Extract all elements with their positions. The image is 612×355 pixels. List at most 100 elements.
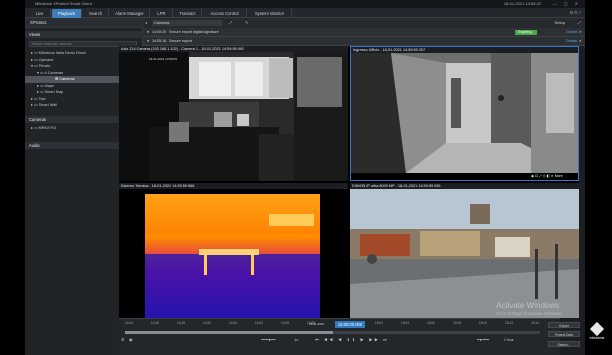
playback-controls: ⚙ ◉ ━━━●━━ 1x ⏮ ◀◀ ◀ ▮▮ ▶ ▶▶ ⏭ ━●━━━ 1 H… [119,336,560,344]
current-time: 15:00:00.000 [335,321,365,328]
setup-button[interactable]: Setup [555,18,565,28]
export-button[interactable]: Export [548,322,580,328]
notif-text: Secure export [169,39,192,43]
timeline-progress [125,331,333,334]
notif-time: 14:55:16 [152,39,167,43]
camera-feed-corridor [351,53,578,173]
tick-label: 15:04 [401,321,409,325]
info-icon: ● [147,30,150,34]
window-controls[interactable]: — ▢ ✕ [553,0,581,8]
tab-lpr[interactable]: LPR [151,9,173,18]
main-tabs: Live Playback Search Alarm Manager LPR T… [25,8,585,18]
notif-time: 14:55:20 [152,30,167,34]
fullscreen-icon[interactable]: ⤢ [578,18,581,28]
app-header: XProtect [25,18,142,28]
toolbar-icon-b[interactable]: ✎ [245,18,248,28]
toolbar-icon-a[interactable]: ⤢ [229,18,232,28]
close-icon[interactable]: ✕ [579,37,582,46]
cameras-header-label: Cameras [29,117,46,122]
tick-label: 15:10 [479,321,487,325]
details-link[interactable]: Details [566,37,577,46]
tab-access-control[interactable]: Access Control [203,9,247,18]
camera-title: Axis 214 Camera (192.168.1.102) - Camera… [119,46,348,52]
camera-tile-termica[interactable]: Esterno Termica - 18-01-2021 14:59:59.96… [119,183,348,318]
camera-time-overlay: 18-01-2021 14:59:59 [149,57,177,61]
collapse-icon[interactable]: ◂ [145,18,147,28]
playback-speed: 1x [294,337,299,342]
tick-label: 15:14 [531,321,539,325]
tree-label: Test [38,96,46,101]
tick-label: 14:54 [255,321,263,325]
tick-label: 14:46 [151,321,159,325]
camera-feed-thermal [119,189,348,318]
camera-title: Ingresso Ufficio - 18-01-2021 14:59:59.2… [351,47,578,53]
logo-mark-icon [589,321,605,337]
camera-title: DINION IP ultra 8000 MP - 18-01-2021 14:… [350,183,579,189]
camera-title: Esterno Termica - 18-01-2021 14:59:59.96… [119,183,348,189]
tree-label: Milestone Italia Demo Room [38,51,87,55]
view-toolbar: ◂ Cameras ⤢ ✎ Setup ⤢ [143,18,585,28]
info-icon: ● [147,39,150,43]
camera-tile-dinion[interactable]: DINION IP ultra 8000 MP - 18-01-2021 14:… [350,183,579,318]
tabs-right-icons[interactable]: ⚙ ⊡ ? [570,8,581,18]
record-icon[interactable]: ◉ [129,336,133,344]
tick-label: 14:50 [203,321,211,325]
tick-label: 15:08 [453,321,461,325]
cancel-link[interactable]: Cancel [566,28,577,37]
tree-label: Smart Map [44,90,64,94]
tick-label: 15:12 [505,321,513,325]
settings-icon[interactable]: ⚙ [121,336,125,344]
tree-label: Private [38,64,51,68]
tree-label: 4 Cameras [44,70,64,75]
tree-label: Maps [44,83,54,88]
time-span: 1 Hour [504,338,514,342]
tab-live[interactable]: Live [29,9,51,18]
tick-label: 14:48 [177,321,185,325]
timeline-track[interactable] [125,331,540,334]
search-button[interactable]: Search... [548,341,580,347]
camera-controls[interactable]: ◉ ⊡ ⤢ ⎙ ◧ ✕ More [531,174,563,178]
camera-controls-icons[interactable]: ◉ ⊡ ⤢ ⎙ ◧ ✕ [531,174,554,178]
span-slider[interactable]: ━●━━━ [477,336,489,344]
camera-tile-ingresso[interactable]: Ingresso Ufficio - 18-01-2021 14:59:59.2… [350,46,579,181]
title-bar: Milestone XProtect Smart Client 18-01-20… [25,0,585,8]
camera-tile-axis[interactable]: Axis 214 Camera (192.168.1.102) - Camera… [119,46,348,181]
camera-grid: Axis 214 Camera (192.168.1.102) - Camera… [119,46,579,318]
tick-label: 15:06 [427,321,435,325]
timeline-date: 18-01-2021 [309,322,325,326]
notification-export: ● 14:55:20 Secure export digital signatu… [143,28,585,37]
watermark-subtitle: Go to Settings to activate Windows. [496,311,563,316]
tick-label: 14:52 [229,321,237,325]
tick-label: 15:02 [375,321,383,325]
tree-label: MRKXY01 [38,126,57,130]
tick-label: 14:44 [125,321,133,325]
tab-alarm-manager[interactable]: Alarm Manager [110,9,150,18]
notif-text: Secure export digital signature [169,30,219,34]
views-header[interactable]: Views [25,31,143,38]
milestone-logo: milestone [584,321,610,352]
window-datetime: 18-01-2021 14:55:22 [503,1,541,6]
views-header-label: Views [29,32,41,37]
logo-text: milestone [589,336,605,340]
tree-label: Operator [38,57,54,62]
close-icon[interactable]: ✕ [579,28,582,37]
protect-data-button[interactable]: Protect Data [548,331,580,337]
tab-playback[interactable]: Playback [52,9,82,18]
playback-timeline: 14:44 14:46 14:48 14:50 14:52 14:54 14:5… [119,318,560,355]
view-selector[interactable]: Cameras [152,20,222,26]
speed-slider[interactable]: ━━━●━━ [261,336,275,344]
export-progress: Exporting... [515,30,538,35]
camera-feed-outdoor [350,189,579,318]
more-button[interactable]: More [555,174,563,178]
tab-search[interactable]: Search [83,9,109,18]
watermark-title: Activate Windows [496,301,560,310]
tab-transact[interactable]: Transact [174,9,202,18]
tree-label: Smart Wall [38,103,58,107]
transport-buttons[interactable]: ⏮ ◀◀ ◀ ▮▮ ▶ ▶▶ ⏭ [315,336,389,344]
tick-label: 14:56 [281,321,289,325]
window-title: Milestone XProtect Smart Client [35,1,92,6]
camera-feed-office: 18-01-2021 14:59:59 [119,52,348,181]
tree-label: Cameras [59,77,75,81]
tab-system-monitor[interactable]: System Monitor [248,9,292,18]
audio-header-label: Audio [29,143,40,148]
